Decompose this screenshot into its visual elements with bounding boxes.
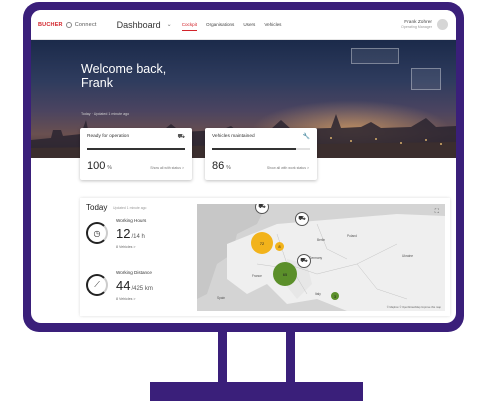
progress-bar <box>212 148 310 150</box>
fullscreen-icon[interactable]: ⛶ <box>435 209 439 216</box>
wrench-icon: 🔧 <box>302 134 310 140</box>
card-value-number: 100 <box>87 160 106 172</box>
welcome-line: Welcome back, <box>81 62 167 76</box>
card-link[interactable]: Show all with work status > <box>267 166 309 170</box>
card-value: 86% <box>212 160 231 172</box>
card-title: Ready for operation <box>87 134 130 139</box>
monitor-stand-right <box>286 332 295 382</box>
welcome-name: Frank <box>81 76 113 90</box>
today-title: Today <box>86 203 108 212</box>
brand-sub: Connect <box>74 21 97 28</box>
map-label: Poland <box>347 234 357 238</box>
progress-fill <box>87 148 185 150</box>
chevron-down-icon[interactable]: ⌄ <box>167 21 172 28</box>
tab-cockpit[interactable]: Cockpit <box>181 22 198 31</box>
metric-label: Working Distance <box>116 270 152 275</box>
map-attribution: © Mapbox © OpenStreetMap Improve this ma… <box>386 306 441 309</box>
top-nav: BUCHER Connect Dashboard ⌄ Cockpit Organ… <box>31 10 456 40</box>
brand-logo[interactable]: BUCHER Connect <box>38 21 97 28</box>
metric-value: 44/425 km <box>116 278 153 293</box>
connect-icon <box>65 21 72 28</box>
vehicle-pin[interactable]: ⛟ <box>295 212 309 226</box>
hud-overlay <box>351 48 399 64</box>
metric-working-hours[interactable]: ◷ Working Hours 12/14 h 8 Vehicles > <box>86 218 171 260</box>
cluster-bubble[interactable]: 3 <box>331 292 339 300</box>
monitor-stand-left <box>218 332 227 382</box>
card-link[interactable]: Show all with status > <box>150 166 184 170</box>
card-value-number: 86 <box>212 160 225 172</box>
monitor-base <box>150 382 363 401</box>
cluster-bubble[interactable]: 72 <box>251 232 273 254</box>
metric-number: 12 <box>116 226 131 241</box>
map-label: Spain <box>217 296 226 300</box>
user-menu[interactable]: Frank Zohrer Operating Manager <box>401 19 448 30</box>
today-updated: Updated 1 minute ago <box>113 206 147 210</box>
status-card-ready[interactable]: Ready for operation ⛟ 100% Show all with… <box>80 128 192 180</box>
card-value: 100% <box>87 160 112 172</box>
truck-icon: ⛟ <box>177 134 185 140</box>
road-icon: ⟋ <box>86 274 108 296</box>
map-label: Italy <box>315 292 321 296</box>
metric-vehicles-link[interactable]: 8 Vehicles > <box>116 297 135 301</box>
map-label: Ukraine <box>402 254 413 258</box>
status-card-maintained[interactable]: Vehicles maintained 🔧 86% Show all with … <box>205 128 317 180</box>
cluster-bubble[interactable]: 8 <box>275 242 284 251</box>
avatar[interactable] <box>437 19 448 30</box>
metric-total: /14 h <box>131 234 145 240</box>
progress-fill <box>212 148 297 150</box>
cluster-bubble[interactable]: 65 <box>273 262 297 286</box>
metric-number: 44 <box>116 278 131 293</box>
tab-organisations[interactable]: Organisations <box>206 22 234 28</box>
hero-updated: Today · Updated 1 minute ago <box>81 112 130 116</box>
tab-users[interactable]: Users <box>243 22 255 28</box>
brand-name: BUCHER <box>38 21 63 28</box>
progress-bar <box>87 148 185 150</box>
metric-total: /425 km <box>131 286 153 292</box>
metric-value: 12/14 h <box>116 226 145 241</box>
user-role: Operating Manager <box>401 25 432 29</box>
nav-tabs: Cockpit Organisations Users Vehicles <box>181 22 291 31</box>
dashboard-title[interactable]: Dashboard <box>117 20 161 30</box>
tab-vehicles[interactable]: Vehicles <box>264 22 281 28</box>
vehicle-pin[interactable]: ⛟ <box>297 254 311 268</box>
screen: BUCHER Connect Dashboard ⌄ Cockpit Organ… <box>31 10 456 323</box>
today-panel: Today Updated 1 minute ago ◷ Working Hou… <box>80 198 450 316</box>
card-title: Vehicles maintained <box>212 134 255 139</box>
metric-label: Working Hours <box>116 218 147 223</box>
vehicle-map[interactable]: Berlin Poland Ukraine Germany France Spa… <box>197 204 445 311</box>
map-label: Berlin <box>317 238 326 242</box>
welcome-heading: Welcome back, Frank <box>81 62 166 90</box>
metric-working-distance[interactable]: ⟋ Working Distance 44/425 km 8 Vehicles … <box>86 270 171 312</box>
card-unit: % <box>107 165 112 171</box>
monitor-frame: BUCHER Connect Dashboard ⌄ Cockpit Organ… <box>23 2 464 332</box>
metric-vehicles-link[interactable]: 8 Vehicles > <box>116 245 135 249</box>
card-unit: % <box>226 165 231 171</box>
map-label: France <box>252 274 262 278</box>
hud-overlay <box>411 68 441 90</box>
clock-icon: ◷ <box>86 222 108 244</box>
